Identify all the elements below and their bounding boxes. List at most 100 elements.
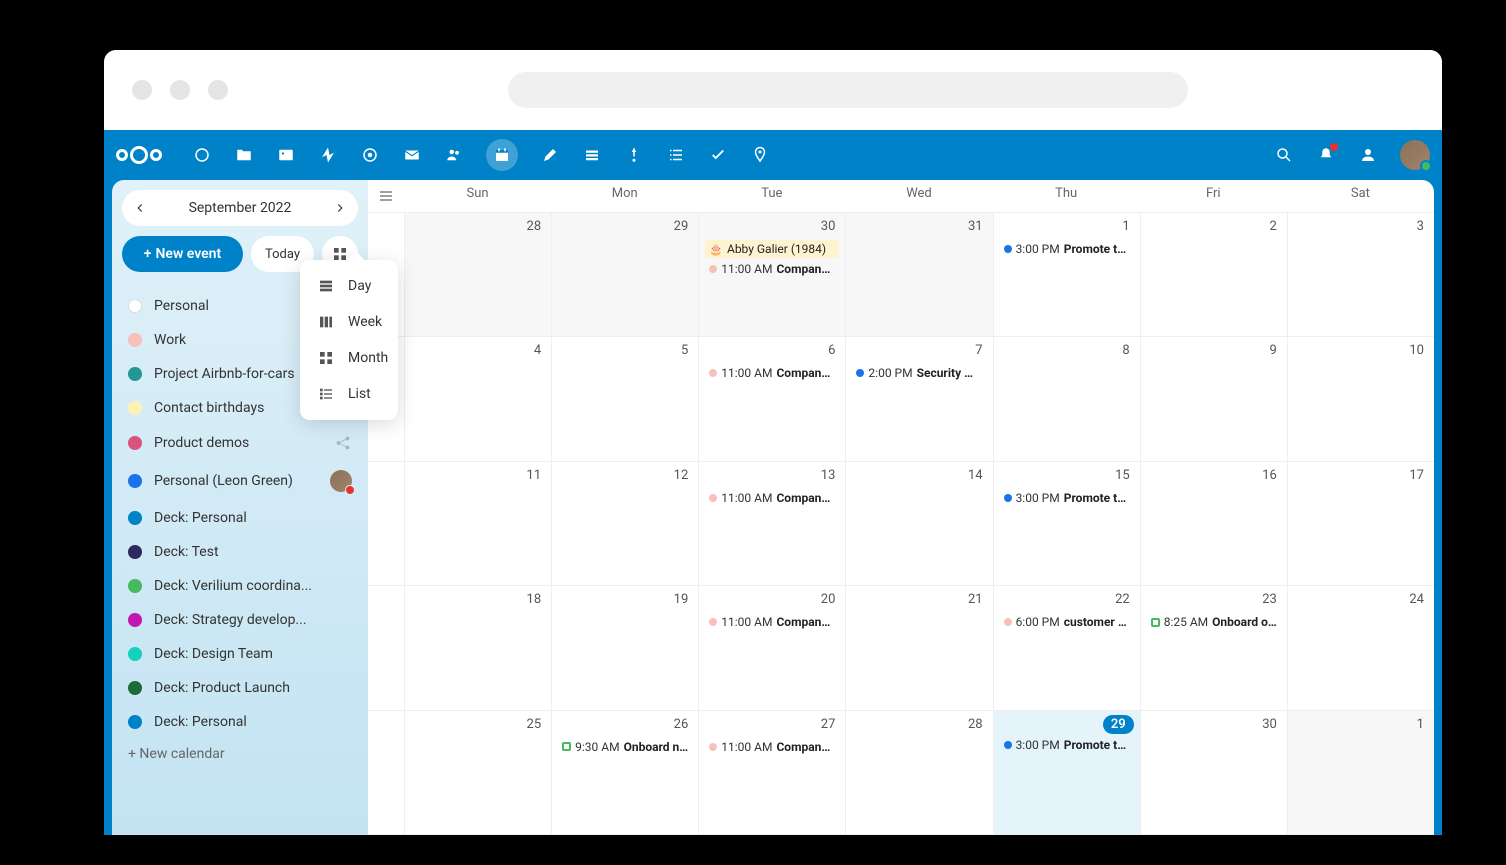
minimize-window-icon[interactable] [170,80,190,100]
calendar-event[interactable]: 11:00 AMCompany ... [705,489,839,507]
new-event-button[interactable]: + New event [122,236,243,272]
day-cell[interactable]: 3 [1287,213,1434,336]
day-cell[interactable]: 29 [551,213,698,336]
tasks-icon[interactable] [708,145,728,165]
calendar-event[interactable]: 11:00 AMCompany ... [705,738,839,756]
event-title: Promote th... [1064,242,1130,256]
week-row: 18192011:00 AMCompany ... 21 226:00 PMcust… [368,586,1434,710]
day-cell[interactable]: 4 [404,337,551,460]
day-cell[interactable]: 19 [551,586,698,709]
view-menu-item-list[interactable]: List [300,376,398,412]
event-title: Company ... [776,491,835,505]
day-cell[interactable]: 72:00 PMSecurity m... [845,337,992,460]
day-cell[interactable]: 153:00 PMPromote th... [993,462,1140,585]
day-cell[interactable]: 293:00 PMPromote th... [993,711,1140,834]
activity-icon[interactable] [318,145,338,165]
day-cell[interactable]: 8 [993,337,1140,460]
day-cell[interactable]: 18 [404,586,551,709]
view-menu-item-month[interactable]: Month [300,340,398,376]
next-month-button[interactable] [326,194,354,222]
calendar-item[interactable]: Deck: Verilium coordina... [122,570,358,602]
talk-icon[interactable] [360,145,380,165]
share-icon[interactable] [334,434,352,452]
calendar-event[interactable]: 3:00 PMPromote th... [1000,240,1134,258]
notes-icon[interactable] [540,145,560,165]
list-icon[interactable] [666,145,686,165]
day-number: 28 [852,715,986,736]
calendar-event[interactable]: 6:00 PMcustomer d... [1000,613,1134,631]
day-cell[interactable]: 25 [404,711,551,834]
day-number: 5 [558,341,692,362]
user-menu[interactable] [1400,140,1430,170]
nextcloud-logo[interactable] [116,146,162,164]
day-cell[interactable]: 2011:00 AMCompany ... [698,586,845,709]
day-cell[interactable]: 1311:00 AMCompany ... [698,462,845,585]
dashboard-icon[interactable] [192,145,212,165]
calendar-item[interactable]: Deck: Design Team [122,638,358,670]
day-cell[interactable]: 2711:00 AMCompany ... [698,711,845,834]
day-cell[interactable]: 1 [1287,711,1434,834]
view-menu-item-week[interactable]: Week [300,304,398,340]
deck-icon[interactable] [582,145,602,165]
calendar-event[interactable]: 11:00 AMCompany ... [705,364,839,382]
day-cell[interactable]: 226:00 PMcustomer d... [993,586,1140,709]
calendar-event[interactable]: 9:30 AMOnboard n... [558,738,692,756]
maximize-window-icon[interactable] [208,80,228,100]
month-label[interactable]: September 2022 [189,200,292,216]
view-menu-item-day[interactable]: Day [300,268,398,304]
day-cell[interactable]: 30 [1140,711,1287,834]
day-cell[interactable]: 238:25 AMOnboard o... [1140,586,1287,709]
event-time: 9:30 AM [575,740,619,754]
day-cell[interactable]: 17 [1287,462,1434,585]
calendar-color-dot [128,333,142,347]
day-cell[interactable]: 24 [1287,586,1434,709]
day-cell[interactable]: 611:00 AMCompany ... [698,337,845,460]
calendar-item[interactable]: Deck: Strategy develop... [122,604,358,636]
calendar-event[interactable]: 3:00 PMPromote th... [1000,736,1134,754]
calendar-icon[interactable] [486,139,518,171]
hamburger-icon[interactable] [368,180,404,212]
day-cell[interactable]: 28 [404,213,551,336]
calendar-item[interactable]: Personal (Leon Green) [122,462,358,500]
user-contacts-icon[interactable] [1358,145,1378,165]
calendar-event[interactable]: 2:00 PMSecurity m... [852,364,986,382]
day-cell[interactable]: 30 🎂Abby Galier (1984) 11:00 AMCompany ... [698,213,845,336]
day-cell[interactable]: 11 [404,462,551,585]
close-window-icon[interactable] [132,80,152,100]
calendar-event[interactable]: 8:25 AMOnboard o... [1147,613,1281,631]
calendar-item[interactable]: Deck: Product Launch [122,672,358,704]
new-calendar-button[interactable]: + New calendar [122,738,358,770]
day-cell[interactable]: 31 [845,213,992,336]
files-icon[interactable] [234,145,254,165]
maps-icon[interactable] [750,145,770,165]
calendar-event[interactable]: 3:00 PMPromote th... [1000,489,1134,507]
upgrade-icon[interactable] [624,145,644,165]
day-cell[interactable]: 13:00 PMPromote th... [993,213,1140,336]
day-cell[interactable]: 2 [1140,213,1287,336]
calendar-event[interactable]: 11:00 AMCompany ... [705,613,839,631]
day-cell[interactable]: 28 [845,711,992,834]
mail-icon[interactable] [402,145,422,165]
calendar-item[interactable]: Deck: Personal [122,706,358,738]
calendar-event[interactable]: 11:00 AMCompany ... [705,260,839,278]
notifications-icon[interactable] [1316,145,1336,165]
day-cell[interactable]: 5 [551,337,698,460]
day-cell[interactable]: 14 [845,462,992,585]
photos-icon[interactable] [276,145,296,165]
day-cell[interactable]: 269:30 AMOnboard n... [551,711,698,834]
day-cell[interactable]: 16 [1140,462,1287,585]
day-number: 30 [705,217,839,238]
day-cell[interactable]: 21 [845,586,992,709]
contacts-icon[interactable] [444,145,464,165]
url-bar[interactable] [508,72,1188,108]
calendar-item[interactable]: Product demos [122,426,358,460]
day-number: 21 [852,590,986,611]
day-cell[interactable]: 10 [1287,337,1434,460]
day-cell[interactable]: 9 [1140,337,1287,460]
search-icon[interactable] [1274,145,1294,165]
day-cell[interactable]: 12 [551,462,698,585]
calendar-event[interactable]: 🎂Abby Galier (1984) [705,240,839,258]
prev-month-button[interactable] [126,194,154,222]
calendar-item[interactable]: Deck: Test [122,536,358,568]
calendar-item[interactable]: Deck: Personal [122,502,358,534]
